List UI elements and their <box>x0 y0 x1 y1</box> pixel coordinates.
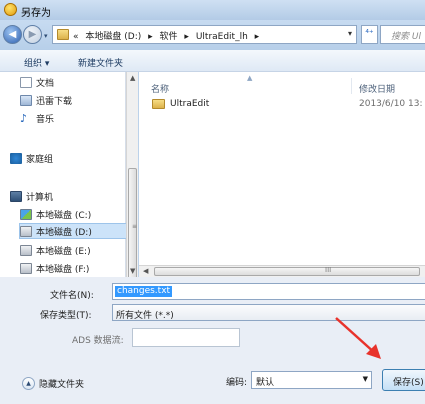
sidebar-item-computer[interactable]: 计算机 <box>10 188 126 204</box>
navigation-pane: 文档 迅雷下载 ♪ 音乐 家庭组 计算机 本地磁盘 (C:) 本地磁盘 (D:)… <box>0 72 135 277</box>
refresh-button[interactable]: ⁴⁺ <box>361 25 378 44</box>
breadcrumb-ultraedit-lh[interactable]: UltraEdit_lh <box>196 32 248 42</box>
dialog-footer: ▲ 隐藏文件夹 编码: 默认 ▼ 保存(S) <box>0 361 425 404</box>
scroll-up-icon[interactable]: ▲ <box>130 74 135 82</box>
breadcrumb: « 本地磁盘 (D:) ▸ 软件 ▸ UltraEdit_lh ▸ <box>73 29 263 42</box>
sidebar-item-label: 家庭组 <box>26 154 54 165</box>
encoding-label: 编码: <box>226 378 248 388</box>
file-name: UltraEdit <box>170 99 210 109</box>
navigation-scrollbar[interactable]: ▲ ≡ ▼ <box>126 72 138 286</box>
command-toolbar: 组织 ▾ 新建文件夹 <box>0 50 425 72</box>
file-date: 2013/6/10 13: <box>359 99 423 109</box>
system-drive-icon <box>20 208 32 220</box>
window-title: 另存为 <box>21 8 51 19</box>
file-row[interactable]: UltraEdit 2013/6/10 13: <box>139 96 425 112</box>
column-header-name[interactable]: 名称 <box>151 82 169 95</box>
folder-icon <box>152 99 165 109</box>
hide-folders-toggle[interactable]: ▲ 隐藏文件夹 <box>22 377 84 390</box>
filetype-value: 所有文件 (*.*) <box>116 311 174 321</box>
ads-stream-input[interactable] <box>132 328 240 347</box>
filetype-select[interactable]: 所有文件 (*.*) <box>112 304 425 321</box>
address-dropdown-icon[interactable]: ▾ <box>348 29 352 38</box>
file-list-scrollbar[interactable]: ◀ III <box>139 265 425 277</box>
hide-folders-label: 隐藏文件夹 <box>39 380 85 390</box>
breadcrumb-drive-d[interactable]: 本地磁盘 (D:) <box>85 32 141 42</box>
sidebar-item-label: 本地磁盘 (F:) <box>36 264 90 275</box>
music-icon: ♪ <box>20 111 28 125</box>
breadcrumb-separator[interactable]: ▸ <box>184 32 189 42</box>
filename-input[interactable]: changes.txt <box>112 283 425 300</box>
sidebar-item-drive-d[interactable]: 本地磁盘 (D:) <box>19 223 135 239</box>
document-icon <box>20 76 32 88</box>
scrollbar-thumb[interactable]: III <box>154 266 420 276</box>
sidebar-item-label: 迅雷下载 <box>36 96 73 107</box>
drive-icon <box>20 225 32 237</box>
breadcrumb-overflow[interactable]: « <box>73 32 79 42</box>
address-bar[interactable]: « 本地磁盘 (D:) ▸ 软件 ▸ UltraEdit_lh ▸ ▾ <box>52 25 357 44</box>
chevron-down-icon: ▼ <box>362 375 368 383</box>
folder-icon <box>57 29 69 40</box>
sidebar-item-label: 文档 <box>36 78 55 89</box>
column-header-date[interactable]: 修改日期 <box>359 82 395 95</box>
column-divider[interactable] <box>351 78 352 94</box>
new-folder-button[interactable]: 新建文件夹 <box>78 56 123 69</box>
filetype-label: 保存类型(T): <box>40 311 92 321</box>
title-bar: 另存为 <box>0 0 425 20</box>
ads-stream-label: ADS 数据流: <box>72 336 124 346</box>
chevron-up-icon: ▲ <box>22 377 35 390</box>
scroll-left-icon[interactable]: ◀ <box>143 267 148 275</box>
sidebar-item-drive-c[interactable]: 本地磁盘 (C:) <box>20 206 136 222</box>
app-icon <box>4 3 17 16</box>
download-folder-icon <box>20 94 32 106</box>
sidebar-item-drive-f[interactable]: 本地磁盘 (F:) <box>20 260 136 276</box>
filename-value: changes.txt <box>115 286 173 297</box>
sidebar-item-label: 本地磁盘 (C:) <box>36 210 92 221</box>
drive-icon <box>20 262 32 274</box>
back-arrow-icon[interactable]: ◀ <box>3 25 22 44</box>
breadcrumb-separator[interactable]: ▸ <box>255 32 260 42</box>
scroll-down-icon[interactable]: ▼ <box>130 267 135 275</box>
search-input[interactable]: 搜索 Ul <box>380 25 425 44</box>
sidebar-item-music[interactable]: ♪ 音乐 <box>20 110 136 126</box>
grip-icon: ≡ <box>132 223 138 230</box>
sidebar-item-label: 计算机 <box>26 192 54 203</box>
filename-label: 文件名(N): <box>50 291 94 301</box>
sidebar-item-xunlei-downloads[interactable]: 迅雷下载 <box>20 92 136 108</box>
sidebar-item-documents[interactable]: 文档 <box>20 74 136 90</box>
grip-icon: III <box>325 266 332 274</box>
breadcrumb-software[interactable]: 软件 <box>160 32 178 42</box>
sidebar-item-label: 本地磁盘 (E:) <box>36 246 91 257</box>
sidebar-item-label: 音乐 <box>36 114 55 125</box>
organize-button[interactable]: 组织 ▾ <box>24 56 49 69</box>
save-form: 文件名(N): changes.txt 保存类型(T): 所有文件 (*.*) … <box>0 277 425 361</box>
file-list-pane: ▲ 名称 修改日期 UltraEdit 2013/6/10 13: <box>139 72 425 265</box>
save-button[interactable]: 保存(S) <box>382 369 425 391</box>
sidebar-item-label: 本地磁盘 (D:) <box>36 227 92 238</box>
breadcrumb-separator[interactable]: ▸ <box>148 32 153 42</box>
forward-arrow-icon[interactable]: ▶ <box>23 25 42 44</box>
encoding-value: 默认 <box>256 378 275 388</box>
sidebar-item-drive-e[interactable]: 本地磁盘 (E:) <box>20 242 136 258</box>
encoding-select[interactable]: 默认 ▼ <box>251 371 372 389</box>
homegroup-icon <box>10 152 22 164</box>
address-row: ◀ ▶ ▾ « 本地磁盘 (D:) ▸ 软件 ▸ UltraEdit_lh ▸ … <box>0 20 425 50</box>
sort-indicator-icon: ▲ <box>247 74 253 82</box>
sidebar-item-homegroup[interactable]: 家庭组 <box>10 150 126 166</box>
computer-icon <box>10 190 22 202</box>
drive-icon <box>20 244 32 256</box>
recent-pages-dropdown-icon[interactable]: ▾ <box>44 32 48 40</box>
